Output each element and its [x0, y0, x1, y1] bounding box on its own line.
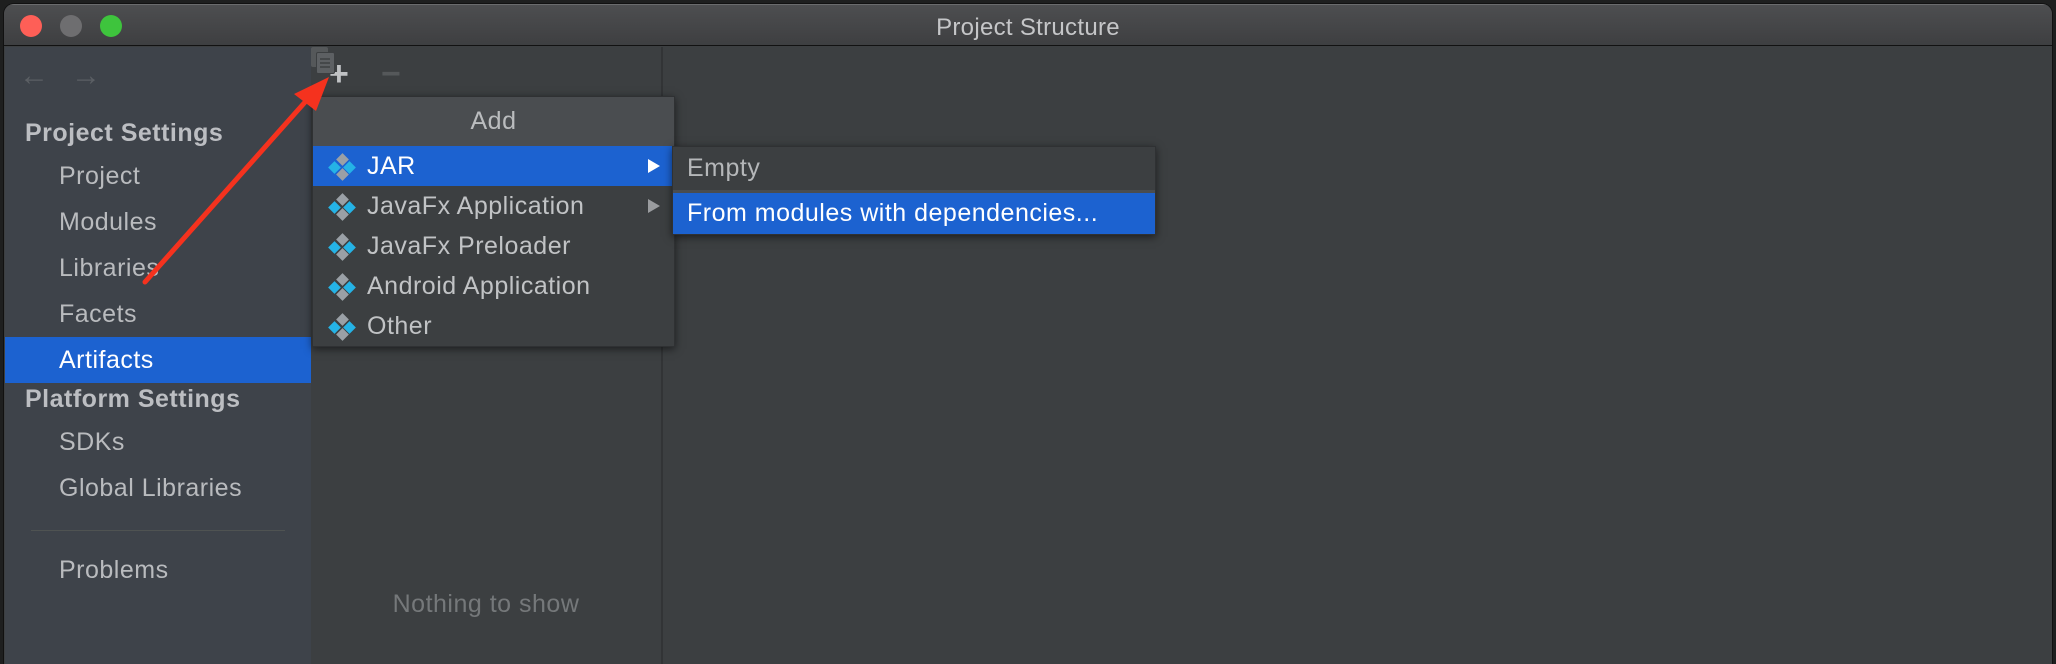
menu-item-label: JAR [367, 152, 416, 180]
menu-item-javafx-preloader[interactable]: JavaFx Preloader [313, 226, 674, 266]
sidebar-separator [31, 530, 285, 531]
remove-artifact-button[interactable]: − [381, 57, 401, 91]
add-artifact-menu: Add JAR JavaFx Application JavaFx Preloa… [312, 96, 675, 347]
sidebar-item-project[interactable]: Project [5, 153, 311, 199]
menu-item-label: Other [367, 312, 433, 340]
menu-item-label: Android Application [367, 272, 591, 300]
artifact-icon [328, 273, 356, 301]
forward-arrow-icon[interactable]: → [71, 61, 101, 91]
sidebar-item-modules[interactable]: Modules [5, 199, 311, 245]
artifact-icon [328, 313, 356, 341]
artifact-icon [328, 193, 356, 221]
menu-item-android-application[interactable]: Android Application [313, 266, 674, 306]
sidebar-item-global-libraries[interactable]: Global Libraries [5, 465, 311, 511]
sidebar-item-problems[interactable]: Problems [5, 547, 311, 593]
menu-item-jar[interactable]: JAR [313, 146, 674, 186]
submenu-arrow-icon [648, 159, 660, 173]
title-bar[interactable]: Project Structure [4, 4, 2052, 46]
empty-list-text: Nothing to show [392, 590, 580, 618]
sidebar-item-libraries[interactable]: Libraries [5, 245, 311, 291]
back-arrow-icon[interactable]: ← [19, 61, 49, 91]
artifact-icon [328, 153, 356, 181]
sidebar-item-artifacts[interactable]: Artifacts [5, 337, 311, 383]
menu-item-label: JavaFx Application [367, 192, 585, 220]
menu-header: Add [313, 97, 674, 146]
section-heading-project-settings: Project Settings [25, 119, 224, 147]
submenu-arrow-icon [648, 199, 660, 213]
window-title: Project Structure [936, 14, 1120, 41]
menu-item-javafx-application[interactable]: JavaFx Application [313, 186, 674, 226]
sidebar: ← → Project Settings Project Modules Lib… [5, 47, 311, 664]
artifact-details-panel [663, 47, 2052, 664]
submenu-item-empty[interactable]: Empty [673, 147, 1155, 190]
jar-submenu: Empty From modules with dependencies... [672, 146, 1156, 235]
sidebar-item-facets[interactable]: Facets [5, 291, 311, 337]
sidebar-item-sdks[interactable]: SDKs [5, 419, 311, 465]
artifact-icon [328, 233, 356, 261]
menu-item-label: JavaFx Preloader [367, 232, 571, 260]
menu-item-other[interactable]: Other [313, 306, 674, 346]
submenu-item-from-modules[interactable]: From modules with dependencies... [673, 193, 1155, 234]
section-heading-platform-settings: Platform Settings [25, 385, 241, 413]
